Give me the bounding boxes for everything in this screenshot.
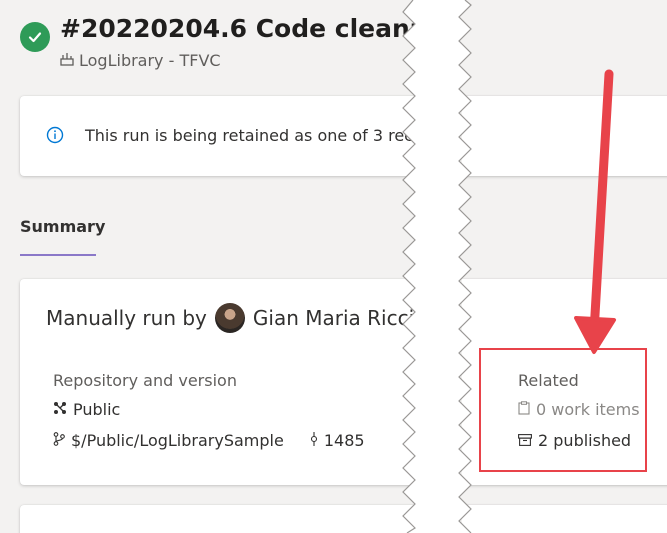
pipeline-subtitle[interactable]: LogLibrary - TFVC bbox=[60, 51, 221, 70]
changeset-number[interactable]: 1485 bbox=[324, 431, 365, 450]
tab-summary[interactable]: Summary bbox=[20, 217, 105, 236]
branch-icon bbox=[53, 431, 65, 450]
repo-icon bbox=[53, 400, 67, 419]
avatar[interactable] bbox=[214, 303, 245, 333]
next-card-continuation bbox=[462, 505, 667, 533]
next-card bbox=[20, 505, 420, 533]
repo-name[interactable]: Public bbox=[73, 400, 120, 419]
info-icon bbox=[46, 126, 64, 148]
changeset-icon bbox=[310, 431, 318, 450]
banner-text: This run is being retained as one of 3 r… bbox=[85, 126, 420, 145]
annotation-arrow-icon bbox=[574, 69, 616, 354]
repository-label: Repository and version bbox=[53, 371, 237, 390]
repo-row[interactable]: Public bbox=[53, 400, 120, 419]
pipeline-icon bbox=[60, 51, 74, 70]
success-check-icon bbox=[20, 22, 50, 52]
torn-edge-separator bbox=[402, 0, 472, 533]
tab-selected-indicator bbox=[20, 254, 96, 256]
manual-run-line: Manually run by Gian Maria Ricci - bbox=[46, 303, 420, 333]
left-pane: #20220204.6 Code cleanup LogLibrary - TF… bbox=[0, 0, 420, 533]
pipeline-name[interactable]: LogLibrary - TFVC bbox=[79, 51, 221, 70]
retention-banner: This run is being retained as one of 3 r… bbox=[20, 96, 420, 176]
run-title: #20220204.6 Code cleanup bbox=[60, 14, 420, 43]
branch-row[interactable]: $/Public/LogLibrarySample 1485 bbox=[53, 431, 365, 450]
branch-path[interactable]: $/Public/LogLibrarySample bbox=[71, 431, 284, 450]
annotation-highlight-box bbox=[479, 348, 647, 472]
manual-run-prefix: Manually run by bbox=[46, 306, 207, 330]
summary-card: Manually run by Gian Maria Ricci - Repos… bbox=[20, 279, 420, 485]
